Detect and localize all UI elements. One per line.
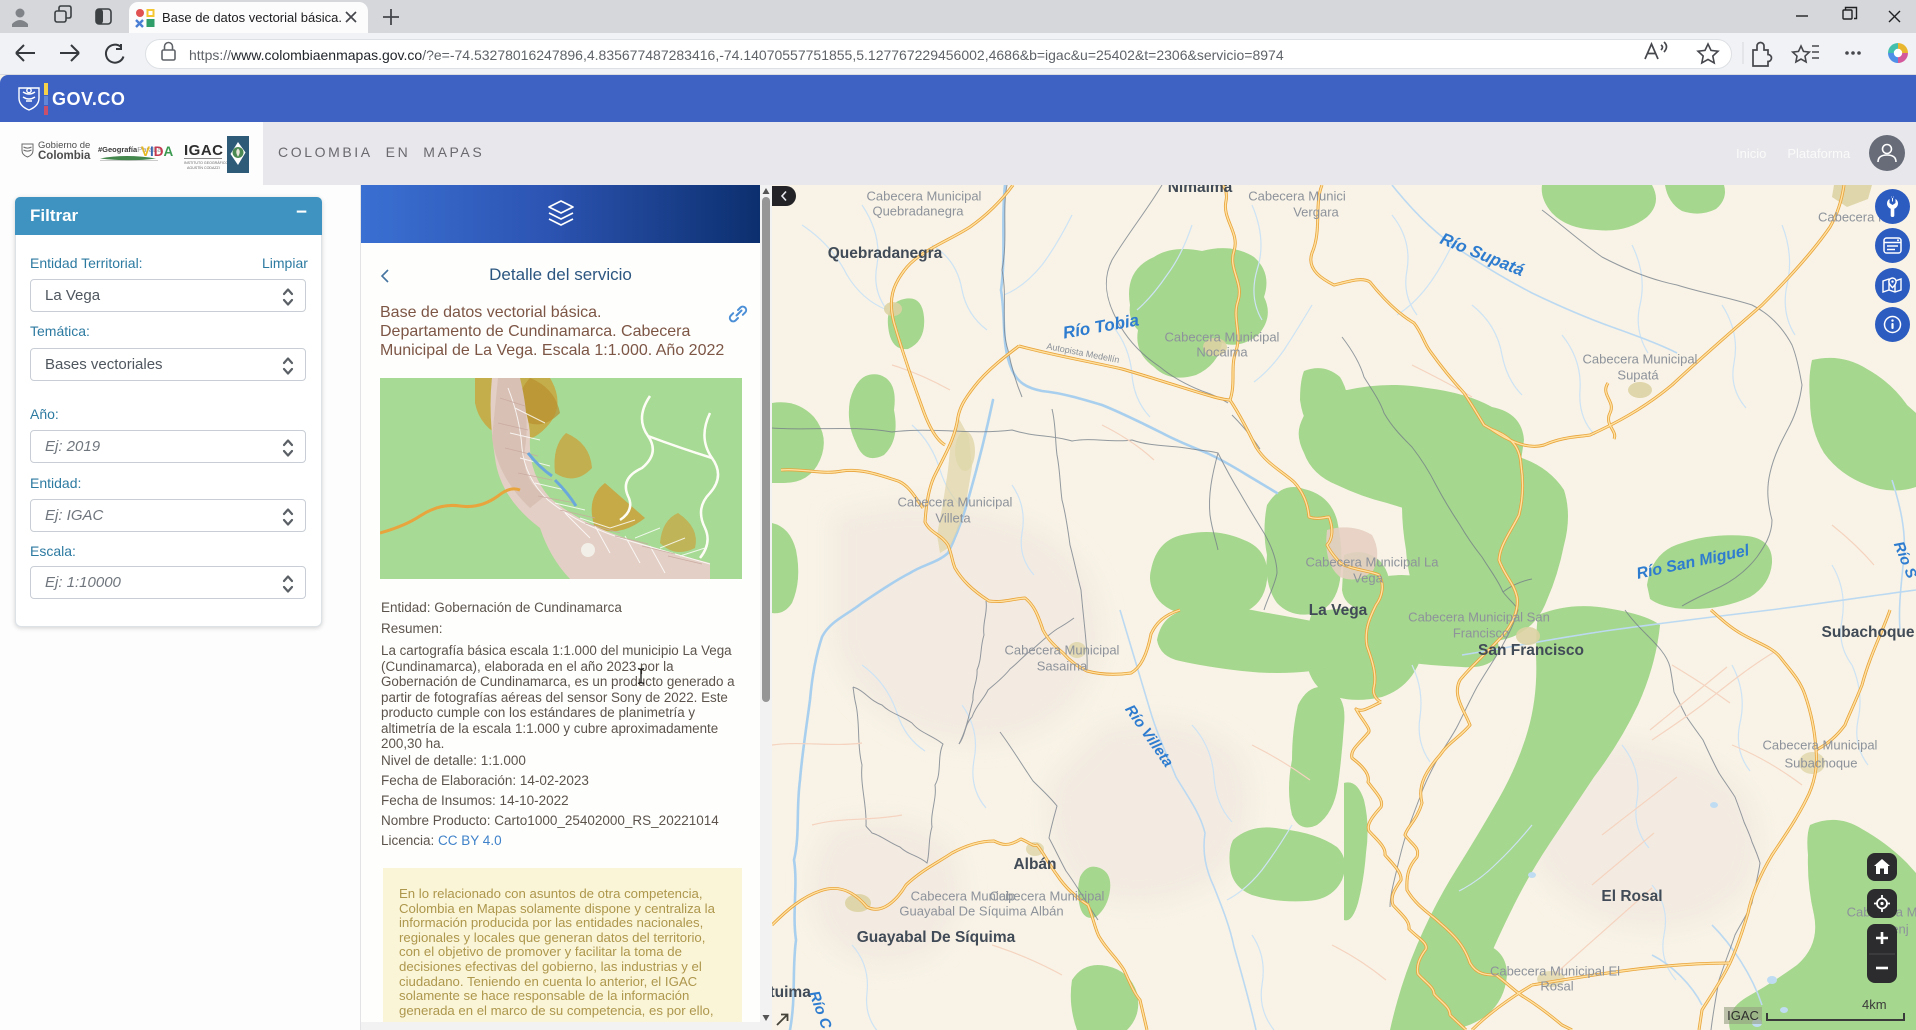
svg-text:IGAC: IGAC: [184, 142, 224, 159]
svg-text:Colombia: Colombia: [38, 150, 91, 162]
svg-text:INSTITUTO GEOGRÁFICO: INSTITUTO GEOGRÁFICO: [184, 161, 228, 165]
svg-text:VIDA: VIDA: [141, 144, 174, 159]
svg-text:AGUSTÍN CODAZZI: AGUSTÍN CODAZZI: [187, 166, 220, 170]
